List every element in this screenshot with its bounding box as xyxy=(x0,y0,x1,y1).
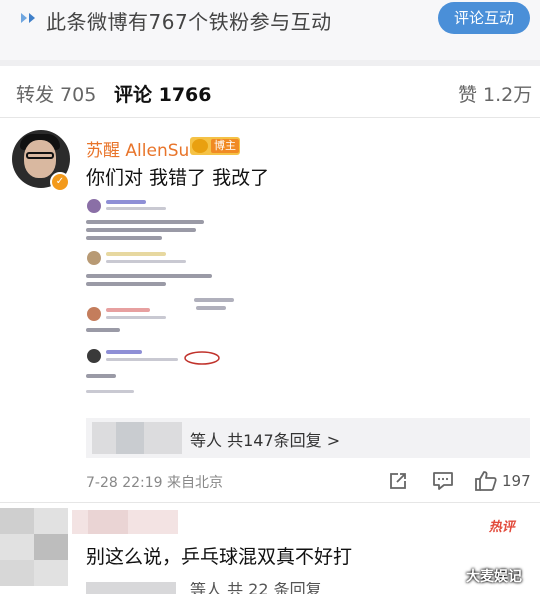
blurred-usernames xyxy=(86,582,176,594)
comment-text: 别这么说，乒乓球混双真不好打 xyxy=(86,546,353,568)
share-icon[interactable] xyxy=(388,470,408,492)
comment-image[interactable] xyxy=(84,194,262,406)
tab-divider xyxy=(0,117,540,118)
crown-icon xyxy=(192,139,208,153)
author-badge: 博主 xyxy=(190,137,240,155)
thumbs-up-icon[interactable] xyxy=(474,470,498,492)
author-badge-label: 博主 xyxy=(211,139,239,153)
comment-image-content xyxy=(86,199,234,393)
banner-title: 此条微博有767个铁粉参与互动 xyxy=(46,10,332,34)
comment-username[interactable]: 苏醒 AllenSu xyxy=(86,136,189,161)
view-replies-button[interactable]: 等人 共 22 条回复 xyxy=(86,582,326,594)
tab-repost[interactable]: 转发 705 xyxy=(16,80,96,107)
replies-count-text: 等人 共147条回复 > xyxy=(190,431,341,450)
comment-divider xyxy=(0,502,540,503)
tab-bar: 转发 705 评论 1766 赞 1.2万 xyxy=(0,66,540,118)
tab-comments[interactable]: 评论 1766 xyxy=(114,80,212,107)
comment-icon[interactable] xyxy=(432,470,454,492)
tab-likes[interactable]: 赞 1.2万 xyxy=(458,80,532,107)
top-banner: 此条微博有767个铁粉参与互动 评论互动 xyxy=(0,0,540,60)
comment-timestamp: 7-28 22:19 来自北京 xyxy=(86,475,224,491)
watermark: 大麦娱记 xyxy=(466,569,522,585)
comment-interact-button[interactable]: 评论互动 xyxy=(438,2,530,34)
comment-text: 你们对 我错了 我改了 xyxy=(86,167,270,189)
weibo-fans-icon xyxy=(21,13,35,23)
like-count: 197 xyxy=(502,472,531,490)
hot-comment-badge: 热评 xyxy=(487,520,518,535)
replies-count-text: 等人 共 22 条回复 xyxy=(190,582,322,594)
comment-username-blurred[interactable] xyxy=(72,510,178,534)
view-replies-button[interactable]: 等人 共147条回复 > xyxy=(86,418,530,458)
verified-badge-icon: ✓ xyxy=(50,172,70,192)
avatar-blurred[interactable] xyxy=(0,508,68,586)
